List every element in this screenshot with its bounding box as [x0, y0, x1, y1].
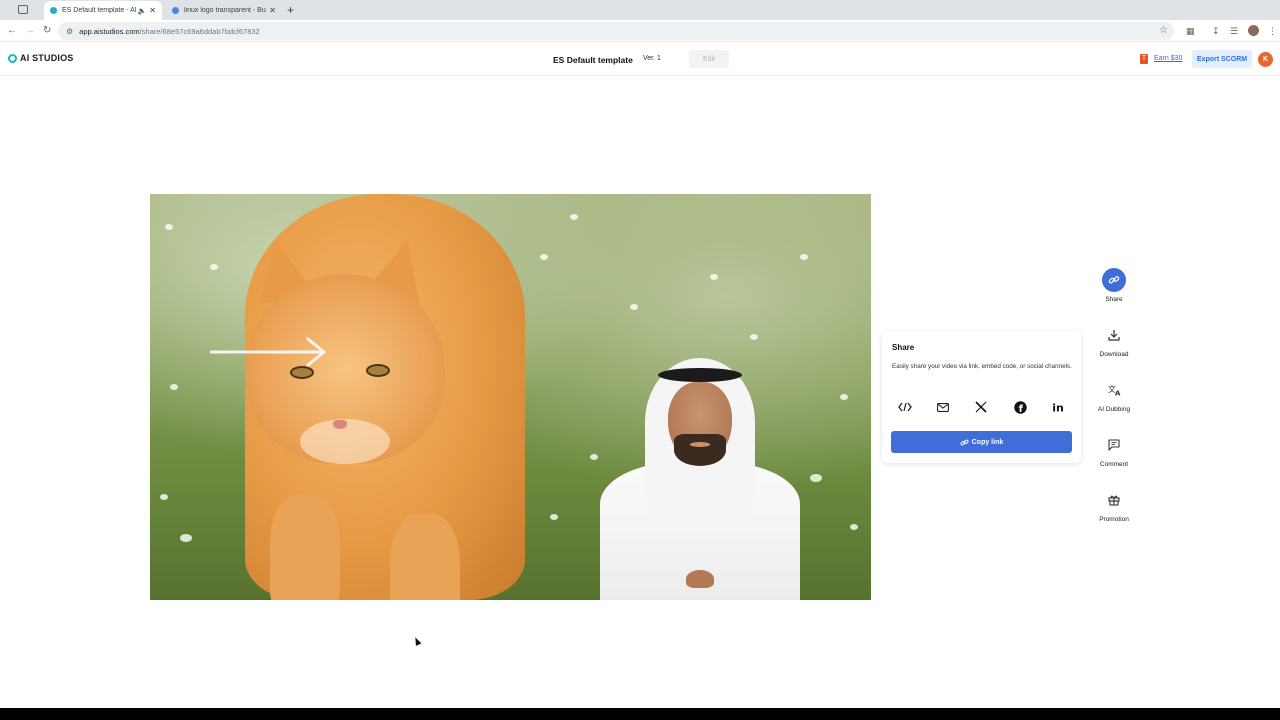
linkedin-icon[interactable]: in	[1049, 398, 1067, 416]
gift-badge-icon: T	[1140, 54, 1148, 64]
rail-share[interactable]: Share	[1084, 268, 1144, 303]
translate-icon[interactable]: 文A	[1102, 378, 1126, 402]
share-popover: Share Easily share your video via link, …	[882, 331, 1081, 463]
share-channel-row: f in	[892, 398, 1072, 416]
presenter-hands	[686, 570, 714, 588]
arrow-right-icon	[210, 337, 326, 367]
site-info-icon[interactable]: ⚙	[66, 27, 73, 36]
video-player[interactable]	[150, 194, 871, 600]
export-scorm-button[interactable]: Export SCORM	[1192, 50, 1252, 68]
download-icon[interactable]: ↧	[1212, 25, 1220, 37]
presenter-agal	[658, 368, 742, 382]
rail-download[interactable]: Download	[1084, 323, 1144, 358]
gift-icon[interactable]	[1102, 488, 1126, 512]
svg-text:A: A	[1115, 390, 1121, 397]
page-title: ES Default template	[553, 55, 633, 65]
reload-icon[interactable]: ↻	[43, 24, 51, 38]
media-icon[interactable]: ☰	[1230, 25, 1238, 37]
speaker-icon[interactable]: 🔈	[138, 7, 147, 15]
share-heading: Share	[892, 343, 915, 352]
comment-icon[interactable]	[1102, 433, 1126, 457]
url-host: app.aistudios.com	[79, 26, 140, 36]
presenter-beard	[674, 434, 726, 466]
rail-share-label: Share	[1105, 296, 1123, 303]
browser-toolbar: ← → ↻ ⚙ app.aistudios.com/share/68e57c69…	[0, 20, 1280, 42]
logo[interactable]: AI STUDIOS	[8, 53, 74, 63]
address-bar[interactable]: ⚙ app.aistudios.com/share/68e57c69a6ddab…	[58, 22, 1174, 40]
svg-text:f: f	[1018, 404, 1023, 414]
mouse-cursor-icon	[412, 636, 422, 646]
cat-leg	[390, 514, 460, 600]
copy-link-label: Copy link	[971, 438, 1004, 446]
logo-text: AI STUDIOS	[20, 53, 74, 63]
tab-search-icon[interactable]	[18, 5, 28, 14]
rail-promotion-label: Promotion	[1099, 516, 1129, 523]
ai-avatar-presenter	[590, 352, 810, 600]
avatar[interactable]: K	[1258, 52, 1273, 67]
back-icon[interactable]: ←	[7, 24, 17, 38]
new-tab-icon[interactable]: +	[287, 3, 294, 17]
browser-tab-active[interactable]: ES Default template - AI S 🔈 ✕	[44, 1, 162, 20]
url-path: /share/68e57c69a6ddab7bdcf67832	[139, 26, 260, 36]
browser-viewport: ES Default template - AI S 🔈 ✕ linux log…	[0, 0, 1280, 708]
presenter-mouth	[690, 442, 710, 447]
cat-eye	[366, 364, 390, 377]
rail-promotion[interactable]: Promotion	[1084, 488, 1144, 523]
google-favicon-icon	[172, 7, 179, 14]
browser-tab-inactive[interactable]: linux logo transparent - Busc ✕	[166, 1, 282, 20]
cat-leg	[270, 494, 340, 600]
rail-comment[interactable]: Comment	[1084, 433, 1144, 468]
close-tab-icon[interactable]: ✕	[149, 6, 156, 15]
embed-code-icon[interactable]	[896, 398, 914, 416]
rail-comment-label: Comment	[1099, 461, 1129, 468]
rail-download-label: Download	[1099, 351, 1129, 358]
aistudios-favicon-icon	[50, 7, 57, 14]
version-label: Ver. 1	[643, 55, 661, 62]
edit-button[interactable]: Edit	[689, 50, 729, 68]
svg-text:in: in	[1052, 402, 1064, 414]
cat-eye	[290, 366, 314, 379]
share-description: Easily share your video via link, embed …	[892, 363, 1072, 370]
rail-ai-dubbing-label: AI Dubbing	[1097, 406, 1131, 413]
copy-link-button[interactable]: Copy link	[891, 431, 1072, 453]
kebab-menu-icon[interactable]: ⋮	[1268, 25, 1277, 37]
rail-ai-dubbing[interactable]: 文A AI Dubbing	[1084, 378, 1144, 413]
logo-mark-icon	[8, 53, 17, 63]
forward-icon[interactable]: →	[25, 24, 35, 38]
download-icon[interactable]	[1102, 323, 1126, 347]
cat-nose	[333, 420, 347, 429]
close-tab-icon[interactable]: ✕	[269, 6, 276, 15]
email-icon[interactable]	[934, 398, 952, 416]
browser-tab-bar: ES Default template - AI S 🔈 ✕ linux log…	[0, 0, 1280, 20]
earn-link[interactable]: Earn $30	[1154, 55, 1182, 62]
profile-avatar[interactable]	[1248, 25, 1259, 36]
app-header: AI STUDIOS ES Default template Ver. 1 Ed…	[0, 42, 1280, 76]
bookmark-star-icon[interactable]: ☆	[1159, 25, 1168, 36]
facebook-icon[interactable]: f	[1011, 398, 1029, 416]
extensions-icon[interactable]: ▦	[1186, 25, 1195, 37]
x-twitter-icon[interactable]	[972, 398, 990, 416]
link-icon	[960, 439, 969, 445]
share-link-icon[interactable]	[1102, 268, 1126, 292]
